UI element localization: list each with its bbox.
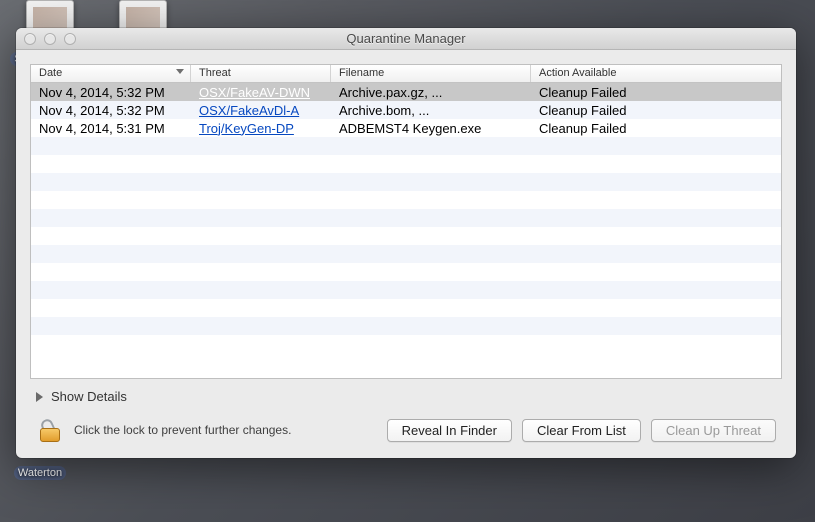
cell-date: Nov 4, 2014, 5:32 PM (31, 85, 191, 100)
table-row[interactable]: Nov 4, 2014, 5:32 PM OSX/FakeAV-DWN Archiv… (31, 83, 781, 101)
threat-link[interactable]: Troj/KeyGen-DP (199, 121, 294, 136)
table-row-empty (31, 263, 781, 281)
window-content: Date Threat Filename Action Available No… (16, 50, 796, 458)
table-row-empty (31, 335, 781, 353)
column-header-action[interactable]: Action Available (531, 65, 781, 82)
minimize-icon[interactable] (44, 33, 56, 45)
column-header-filename[interactable]: Filename (331, 65, 531, 82)
lock-message: Click the lock to prevent further change… (74, 423, 377, 437)
window-controls (16, 33, 76, 45)
footer-row: Click the lock to prevent further change… (30, 410, 782, 458)
table-row-empty (31, 209, 781, 227)
table-row-empty (31, 281, 781, 299)
column-header-date[interactable]: Date (31, 65, 191, 82)
show-details-label[interactable]: Show Details (51, 389, 127, 404)
column-label: Date (39, 67, 62, 79)
window-title: Quarantine Manager (16, 31, 796, 46)
reveal-in-finder-button[interactable]: Reveal In Finder (387, 419, 512, 442)
titlebar[interactable]: Quarantine Manager (16, 28, 796, 50)
table-header: Date Threat Filename Action Available (31, 65, 781, 83)
table-row-empty (31, 155, 781, 173)
quarantine-table: Date Threat Filename Action Available No… (30, 64, 782, 379)
threat-link[interactable]: OSX/FakeAV-DWN (199, 85, 310, 100)
cell-filename: Archive.pax.gz, ... (331, 85, 531, 100)
table-row[interactable]: Nov 4, 2014, 5:31 PM Troj/KeyGen-DP ADBEMS… (31, 119, 781, 137)
cell-threat: OSX/FakeAV-DWN (191, 85, 331, 100)
table-row-empty (31, 317, 781, 335)
desktop-folder-label: Waterton (14, 466, 66, 480)
table-row-empty (31, 245, 781, 263)
quarantine-manager-window: Quarantine Manager Date Threat Filename … (16, 28, 796, 458)
table-row[interactable]: Nov 4, 2014, 5:32 PM OSX/FakeAvDl-A Archiv… (31, 101, 781, 119)
clear-from-list-button[interactable]: Clear From List (522, 419, 641, 442)
cell-action: Cleanup Failed (531, 103, 781, 118)
table-row-empty (31, 137, 781, 155)
lock-body (40, 428, 60, 442)
show-details-row: Show Details (30, 379, 782, 410)
table-row-empty (31, 173, 781, 191)
cell-threat: OSX/FakeAvDl-A (191, 103, 331, 118)
clean-up-threat-button: Clean Up Threat (651, 419, 776, 442)
cell-filename: ADBEMST4 Keygen.exe (331, 121, 531, 136)
table-row-empty (31, 191, 781, 209)
cell-threat: Troj/KeyGen-DP (191, 121, 331, 136)
table-row-empty (31, 299, 781, 317)
desktop-folder-waterton[interactable]: Waterton (12, 464, 68, 480)
lock-icon[interactable] (36, 416, 64, 444)
column-header-threat[interactable]: Threat (191, 65, 331, 82)
cell-date: Nov 4, 2014, 5:31 PM (31, 121, 191, 136)
cell-filename: Archive.bom, ... (331, 103, 531, 118)
table-body[interactable]: Nov 4, 2014, 5:32 PM OSX/FakeAV-DWN Archiv… (31, 83, 781, 378)
cell-action: Cleanup Failed (531, 85, 781, 100)
zoom-icon[interactable] (64, 33, 76, 45)
cell-action: Cleanup Failed (531, 121, 781, 136)
cell-date: Nov 4, 2014, 5:32 PM (31, 103, 191, 118)
sort-indicator-icon (176, 69, 184, 74)
table-row-empty (31, 227, 781, 245)
threat-link[interactable]: OSX/FakeAvDl-A (199, 103, 299, 118)
disclosure-triangle-icon[interactable] (36, 392, 43, 402)
close-icon[interactable] (24, 33, 36, 45)
